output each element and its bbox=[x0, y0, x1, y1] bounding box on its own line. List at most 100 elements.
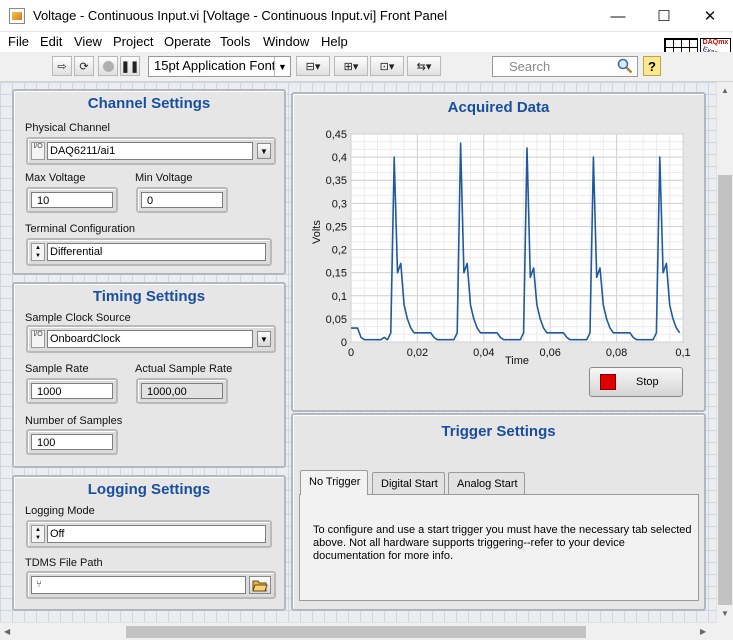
sample-clock-control[interactable]: I/O OnboardClock ▼ bbox=[26, 325, 276, 353]
run-continuously-icon[interactable]: ⟳ bbox=[74, 56, 94, 76]
stop-led-icon bbox=[600, 374, 616, 390]
max-voltage-field[interactable]: 10 bbox=[26, 187, 118, 213]
stop-button[interactable]: Stop bbox=[589, 367, 683, 397]
tdms-path-value[interactable]: ⑂ bbox=[31, 576, 246, 594]
graph-grid bbox=[350, 133, 684, 343]
min-voltage-label: Min Voltage bbox=[135, 172, 193, 184]
horizontal-scroll-thumb[interactable] bbox=[126, 626, 586, 638]
x-axis-label: Time bbox=[505, 355, 530, 367]
search-icon bbox=[617, 58, 633, 74]
acquired-data-panel: Acquired Data 0 0,02 0,04 0,06 0,08 0,1 0 0,05 0… bbox=[291, 92, 706, 412]
x-tick-label: 0,08 bbox=[606, 347, 627, 359]
close-button[interactable]: ✕ bbox=[687, 0, 733, 32]
tab-analog-start[interactable]: Analog Start bbox=[448, 472, 525, 495]
y-tick-label: 0,05 bbox=[326, 314, 347, 326]
io-name-icon: I/O bbox=[31, 330, 45, 348]
menu-operate[interactable]: Operate bbox=[164, 34, 211, 49]
x-tick-label: 0 bbox=[348, 347, 354, 359]
window-title: Voltage - Continuous Input.vi [Voltage -… bbox=[33, 8, 448, 23]
tdms-path-label: TDMS File Path bbox=[25, 557, 103, 569]
logging-mode-label: Logging Mode bbox=[25, 505, 95, 517]
menu-tools[interactable]: Tools bbox=[220, 34, 250, 49]
min-voltage-field[interactable]: 0 bbox=[136, 187, 228, 213]
trigger-message: To configure and use a start trigger you… bbox=[313, 524, 692, 562]
x-tick-label: 0,1 bbox=[675, 347, 690, 359]
maximize-button[interactable]: ☐ bbox=[641, 0, 687, 32]
toolbar: ⇨ ⟳ ❚❚ 15pt Application Font ▼ ⊟▾ ⊞▾ ⊡▾ … bbox=[0, 52, 733, 82]
physical-channel-control[interactable]: I/O DAQ6211/ai1 ▼ bbox=[26, 137, 276, 165]
actual-sample-rate-indicator: 1000,00 bbox=[136, 378, 228, 404]
trigger-settings-title: Trigger Settings bbox=[441, 423, 556, 440]
menu-project[interactable]: Project bbox=[113, 34, 153, 49]
sample-clock-value[interactable]: OnboardClock bbox=[47, 330, 253, 348]
chevron-down-icon[interactable]: ▼ bbox=[257, 143, 271, 159]
channel-settings-panel: Channel Settings Physical Channel I/O DA… bbox=[12, 89, 286, 275]
menu-file[interactable]: File bbox=[8, 34, 29, 49]
abort-icon[interactable] bbox=[98, 56, 118, 76]
num-samples-label: Number of Samples bbox=[25, 415, 123, 427]
x-tick-label: 0,02 bbox=[407, 347, 428, 359]
font-selector[interactable]: 15pt Application Font ▼ bbox=[148, 56, 291, 77]
sample-rate-field[interactable]: 1000 bbox=[26, 378, 118, 404]
timing-settings-title: Timing Settings bbox=[92, 288, 206, 305]
run-arrow-icon[interactable]: ⇨ bbox=[52, 56, 72, 76]
y-tick-label: 0,45 bbox=[326, 129, 347, 141]
terminal-config-control[interactable]: ▲ ▼ Differential bbox=[26, 238, 272, 266]
scroll-down-icon[interactable]: ▼ bbox=[721, 609, 729, 618]
chevron-down-icon: ▼ bbox=[274, 57, 290, 76]
minimize-button[interactable]: — bbox=[595, 0, 641, 32]
y-tick-label: 0,2 bbox=[332, 245, 347, 257]
menu-view[interactable]: View bbox=[74, 34, 102, 49]
num-samples-value[interactable]: 100 bbox=[31, 434, 113, 450]
waveform-graph[interactable]: 0 0,02 0,04 0,06 0,08 0,1 0 0,05 0,1 0,15 0,2 0,25 0… bbox=[293, 94, 704, 410]
y-tick-label: 0 bbox=[341, 337, 347, 349]
channel-settings-title: Channel Settings bbox=[87, 95, 211, 112]
physical-channel-value[interactable]: DAQ6211/ai1 bbox=[47, 142, 253, 160]
reorder-icon[interactable]: ⇆▾ bbox=[407, 56, 441, 76]
search-placeholder: Search bbox=[509, 59, 551, 74]
horizontal-scrollbar[interactable]: ◀ ▶ bbox=[0, 622, 716, 640]
actual-sample-rate-label: Actual Sample Rate bbox=[135, 363, 233, 375]
scroll-up-icon[interactable]: ▲ bbox=[721, 86, 729, 95]
pause-icon[interactable]: ❚❚ bbox=[120, 56, 140, 76]
context-help-button[interactable]: ? bbox=[643, 56, 661, 76]
font-selector-value: 15pt Application Font bbox=[154, 58, 276, 73]
resize-objects-icon[interactable]: ⊡▾ bbox=[370, 56, 404, 76]
search-input[interactable]: Search bbox=[492, 56, 638, 77]
menu-window[interactable]: Window bbox=[263, 34, 309, 49]
title-bar: Voltage - Continuous Input.vi [Voltage -… bbox=[0, 0, 733, 32]
y-tick-label: 0,25 bbox=[326, 221, 347, 233]
chevron-down-icon[interactable]: ▼ bbox=[257, 331, 271, 347]
align-objects-icon[interactable]: ⊟▾ bbox=[296, 56, 330, 76]
path-icon: ⑂ bbox=[36, 579, 42, 590]
actual-sample-rate-value: 1000,00 bbox=[141, 383, 223, 399]
menu-edit[interactable]: Edit bbox=[40, 34, 62, 49]
y-tick-label: 0,1 bbox=[332, 291, 347, 303]
sample-rate-value[interactable]: 1000 bbox=[31, 383, 113, 399]
sample-rate-label: Sample Rate bbox=[25, 363, 89, 375]
folder-open-icon[interactable] bbox=[249, 576, 271, 594]
logging-mode-control[interactable]: ▲ ▼ Off bbox=[26, 520, 272, 548]
min-voltage-value[interactable]: 0 bbox=[141, 192, 223, 208]
logging-mode-value[interactable]: Off bbox=[47, 525, 266, 543]
sample-clock-label: Sample Clock Source bbox=[25, 312, 131, 324]
timing-settings-panel: Timing Settings Sample Clock Source I/O … bbox=[12, 282, 286, 468]
trigger-settings-panel: Trigger Settings No Trigger Digital Star… bbox=[291, 413, 706, 611]
tab-no-trigger[interactable]: No Trigger bbox=[300, 470, 368, 495]
max-voltage-value[interactable]: 10 bbox=[31, 192, 113, 208]
distribute-objects-icon[interactable]: ⊞▾ bbox=[334, 56, 368, 76]
tab-digital-start[interactable]: Digital Start bbox=[372, 472, 445, 495]
menu-help[interactable]: Help bbox=[321, 34, 348, 49]
trigger-tab-content: To configure and use a start trigger you… bbox=[299, 494, 699, 601]
scroll-right-icon[interactable]: ▶ bbox=[700, 627, 706, 636]
front-panel-canvas: Channel Settings Physical Channel I/O DA… bbox=[0, 82, 716, 622]
logging-settings-panel: Logging Settings Logging Mode ▲ ▼ Off TDM… bbox=[12, 475, 286, 611]
vertical-scroll-thumb[interactable] bbox=[718, 175, 732, 605]
scroll-left-icon[interactable]: ◀ bbox=[4, 627, 10, 636]
num-samples-field[interactable]: 100 bbox=[26, 429, 118, 455]
spinner-arrows-icon[interactable]: ▲ ▼ bbox=[31, 243, 45, 261]
vertical-scrollbar[interactable]: ▲ ▼ bbox=[716, 82, 733, 622]
spinner-arrows-icon[interactable]: ▲ ▼ bbox=[31, 525, 45, 543]
terminal-config-value[interactable]: Differential bbox=[47, 243, 266, 261]
tdms-path-control[interactable]: ⑂ bbox=[26, 571, 276, 599]
